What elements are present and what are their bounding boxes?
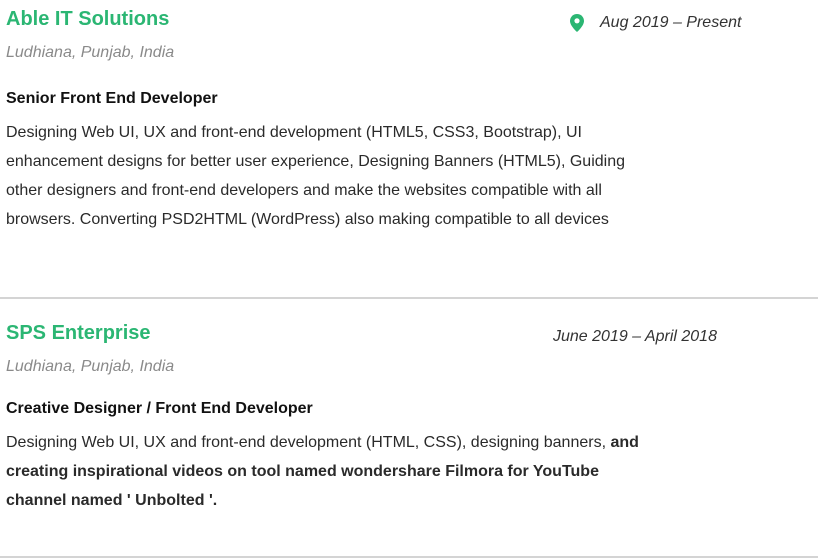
- company-location: Ludhiana, Punjab, India: [6, 358, 175, 375]
- employment-period: June 2019 – April 2018: [553, 328, 717, 346]
- job-description-text: Designing Web UI, UX and front-end devel…: [6, 434, 611, 451]
- section-divider: [0, 297, 818, 299]
- employment-period-text: June 2019 – April 2018: [553, 328, 717, 345]
- resume-experience-section: { "colors": { "accent": "#2bb673", "loca…: [0, 0, 818, 559]
- company-name: SPS Enterprise: [6, 322, 151, 344]
- map-marker-icon: [570, 14, 584, 32]
- employment-period-text: Aug 2019 – Present: [600, 14, 742, 31]
- job-title: Creative Designer / Front End Developer: [6, 400, 313, 417]
- job-description-line: enhancement designs for better user expe…: [6, 153, 625, 170]
- job-description: Designing Web UI, UX and front-end devel…: [6, 428, 806, 515]
- job-description-bold: channel named ' Unbolted '.: [6, 492, 218, 509]
- job-description-line: browsers. Converting PSD2HTML (WordPress…: [6, 211, 609, 228]
- section-divider: [0, 556, 818, 558]
- job-description-line: Designing Web UI, UX and front-end devel…: [6, 124, 582, 141]
- employment-period: Aug 2019 – Present: [570, 14, 741, 32]
- job-description-bold: creating inspirational videos on tool na…: [6, 463, 599, 480]
- job-description: Designing Web UI, UX and front-end devel…: [6, 118, 818, 238]
- job-description-line: other designers and front-end developers…: [6, 182, 602, 199]
- company-location: Ludhiana, Punjab, India: [6, 44, 175, 61]
- company-name: Able IT Solutions: [6, 8, 170, 30]
- job-description-bold: and: [610, 434, 639, 451]
- job-title: Senior Front End Developer: [6, 90, 218, 107]
